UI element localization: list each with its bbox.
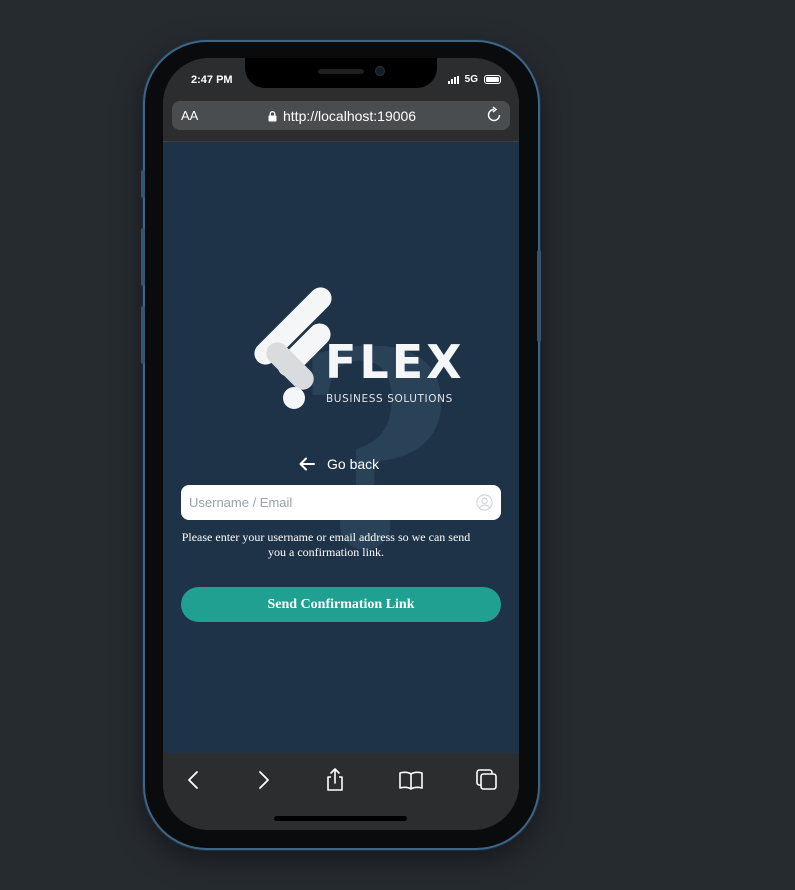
go-back-label: Go back [327, 456, 380, 472]
notch [245, 58, 437, 88]
bookmarks-icon[interactable] [398, 767, 424, 793]
camera [375, 66, 385, 76]
help-text: Please enter your username or email addr… [181, 530, 471, 559]
browser-toolbar [163, 753, 519, 830]
url-display[interactable]: http://localhost:19006 [268, 108, 416, 124]
status-time: 2:47 PM [191, 74, 233, 86]
home-indicator [274, 816, 407, 821]
side-button-volume-up [141, 228, 145, 286]
forward-icon[interactable] [250, 767, 276, 793]
url-text: http://localhost:19006 [283, 108, 417, 124]
send-confirmation-button[interactable]: Send Confirmation Link [181, 587, 501, 622]
network-type: 5G [464, 74, 478, 85]
status-bar: 2:47 PM 5G [163, 58, 519, 100]
address-bar[interactable]: AA http://localhost:19006 [172, 101, 510, 130]
side-button-mute [141, 170, 145, 198]
logo-brand-text: FLEX [325, 335, 463, 389]
phone-screen: 2:47 PM 5G AA http://localhost:19006 ? F… [163, 58, 519, 830]
browser-address-area: AA http://localhost:19006 [163, 100, 519, 142]
page-content: ? FLEX BUSINESS SOLUTIONS Go back Userna… [163, 142, 519, 753]
username-email-input[interactable]: Username / Email [181, 485, 501, 520]
username-placeholder: Username / Email [189, 495, 293, 510]
side-button-power [537, 250, 541, 342]
arrow-left-icon [299, 457, 315, 471]
battery-icon [484, 75, 501, 84]
tabs-icon[interactable] [474, 767, 500, 793]
speaker [318, 69, 364, 74]
lock-icon [268, 110, 277, 121]
text-size-button[interactable]: AA [181, 108, 198, 123]
go-back-link[interactable]: Go back [299, 456, 379, 472]
user-icon [476, 494, 493, 511]
signal-icon [448, 76, 459, 84]
flex-logo: FLEX BUSINESS SOLUTIONS [254, 287, 463, 409]
side-button-volume-down [141, 306, 145, 364]
back-icon[interactable] [181, 767, 207, 793]
share-icon[interactable] [322, 767, 348, 793]
logo-tagline: BUSINESS SOLUTIONS [326, 393, 453, 405]
reload-icon[interactable] [485, 106, 503, 124]
